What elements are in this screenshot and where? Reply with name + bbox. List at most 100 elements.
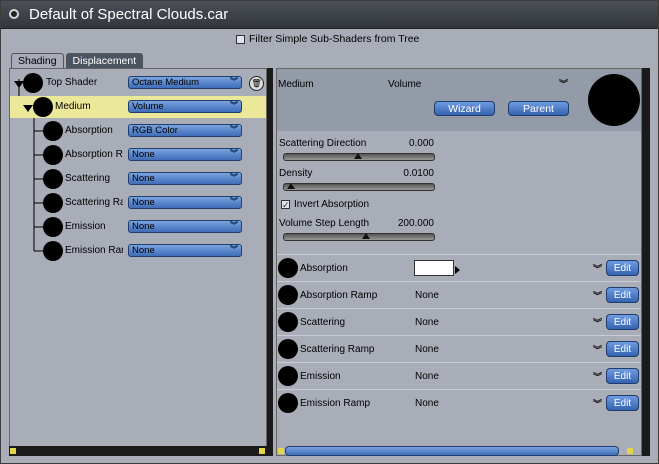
volume-step-value[interactable]: 200.000 xyxy=(364,218,434,229)
emission-dropdown[interactable]: None ︾ xyxy=(128,220,242,233)
edit-button[interactable]: Edit xyxy=(606,368,639,384)
expand-triangle-icon[interactable] xyxy=(23,105,33,112)
tree-node-label: Top Shader xyxy=(46,77,98,88)
title-bar[interactable]: Default of Spectral Clouds.car xyxy=(1,1,658,29)
subshader-row-absorption: Absorption ︾ Edit xyxy=(277,254,641,282)
chevron-down-icon: ︾ xyxy=(230,173,238,182)
tree-node-label: Scattering xyxy=(65,173,111,184)
chevron-down-icon[interactable]: ︾ xyxy=(593,397,602,410)
tree-node-label: Absorption xyxy=(65,125,113,136)
scattering-direction-value[interactable]: 0.000 xyxy=(364,138,434,149)
scattering-dropdown[interactable]: None ︾ xyxy=(128,172,242,185)
slider-knob[interactable] xyxy=(361,233,370,239)
density-value[interactable]: 0.0100 xyxy=(364,168,434,179)
dropdown-value: Volume xyxy=(132,101,164,112)
properties-horizontal-scrollbar[interactable] xyxy=(285,446,619,456)
emission-ramp-dropdown[interactable]: None ︾ xyxy=(128,244,242,257)
edit-button[interactable]: Edit xyxy=(606,260,639,276)
subshader-name: Absorption Ramp xyxy=(300,290,378,301)
scattering-ramp-dropdown[interactable]: None ︾ xyxy=(128,196,242,209)
subshader-row-scattering-ramp: Scattering Ramp None ︾ Edit xyxy=(277,335,641,363)
medium-dropdown[interactable]: Volume ︾ xyxy=(128,100,242,113)
subshader-name: Scattering xyxy=(300,317,346,328)
shader-ball-icon xyxy=(33,97,53,117)
window-title: Default of Spectral Clouds.car xyxy=(29,6,229,23)
chevron-down-icon: ︾ xyxy=(230,101,238,110)
shader-ball-icon xyxy=(43,241,63,261)
shader-tabs: Shading Displacement xyxy=(11,53,145,69)
resize-handle[interactable] xyxy=(627,448,633,454)
edit-button[interactable]: Edit xyxy=(606,395,639,411)
shader-properties-panel: Medium Volume ︾ Wizard Parent Scattering… xyxy=(276,68,642,456)
tree-node-absorption-ramp[interactable]: Absorption Rai None ︾ xyxy=(10,144,266,166)
chevron-down-icon: ︾ xyxy=(230,197,238,206)
tree-node-medium[interactable]: Medium Volume ︾ xyxy=(10,96,266,118)
subshader-value: None xyxy=(415,290,439,301)
tree-node-scattering[interactable]: Scattering None ︾ xyxy=(10,168,266,190)
volume-step-label: Volume Step Length xyxy=(279,218,370,229)
edit-button[interactable]: Edit xyxy=(606,341,639,357)
edit-button[interactable]: Edit xyxy=(606,314,639,330)
chevron-down-icon: ︾ xyxy=(230,221,238,230)
subshader-row-emission-ramp: Emission Ramp None ︾ Edit xyxy=(277,389,641,417)
dropdown-value: Octane Medium xyxy=(132,77,200,88)
subshader-name: Emission xyxy=(300,371,341,382)
filter-simple-subshaders[interactable]: Filter Simple Sub-Shaders from Tree xyxy=(236,33,419,45)
resize-handle[interactable] xyxy=(10,448,16,454)
invert-absorption-checkbox[interactable]: ✓ xyxy=(281,200,290,210)
tree-node-emission[interactable]: Emission None ︾ xyxy=(10,216,266,238)
subshader-row-scattering: Scattering None ︾ Edit xyxy=(277,308,641,336)
trash-icon[interactable]: 🗑 xyxy=(249,76,264,91)
chevron-down-icon: ︾ xyxy=(230,149,238,158)
subshader-name: Scattering Ramp xyxy=(300,344,375,355)
volume-step-slider[interactable] xyxy=(283,233,435,241)
shader-ball-icon xyxy=(43,217,63,237)
shader-ball-icon xyxy=(278,258,298,278)
properties-vertical-scrollbar[interactable] xyxy=(642,68,650,456)
window-menu-icon[interactable] xyxy=(9,9,19,19)
chevron-down-icon[interactable]: ︾ xyxy=(593,289,602,302)
slider-knob[interactable] xyxy=(354,153,362,159)
subshader-value: None xyxy=(415,398,439,409)
chevron-down-icon[interactable]: ︾ xyxy=(593,370,602,383)
parent-button[interactable]: Parent xyxy=(508,101,569,116)
resize-handle[interactable] xyxy=(259,448,265,454)
tab-shading[interactable]: Shading xyxy=(11,53,64,69)
tree-node-scattering-ramp[interactable]: Scattering Rar None ︾ xyxy=(10,192,266,214)
subshader-name: Emission Ramp xyxy=(300,398,371,409)
subshader-value: None xyxy=(415,371,439,382)
tree-node-label: Emission Ram xyxy=(65,245,123,256)
chevron-down-icon[interactable]: ︾ xyxy=(559,77,568,90)
chevron-down-icon[interactable]: ︾ xyxy=(593,316,602,329)
edit-button[interactable]: Edit xyxy=(606,287,639,303)
slider-knob[interactable] xyxy=(286,183,295,189)
subshader-row-emission: Emission None ︾ Edit xyxy=(277,362,641,390)
top-shader-dropdown[interactable]: Octane Medium ︾ xyxy=(128,76,242,89)
absorption-dropdown[interactable]: RGB Color ︾ xyxy=(128,124,242,137)
chevron-down-icon: ︾ xyxy=(230,77,238,86)
tree-horizontal-scrollbar[interactable] xyxy=(9,446,267,456)
dropdown-value: None xyxy=(132,245,155,256)
shader-type: Volume xyxy=(388,79,422,90)
tab-displacement[interactable]: Displacement xyxy=(65,53,144,69)
chevron-down-icon[interactable]: ︾ xyxy=(593,262,602,275)
tree-node-emission-ramp[interactable]: Emission Ram None ︾ xyxy=(10,240,266,262)
shader-ball-icon xyxy=(43,121,63,141)
absorption-ramp-dropdown[interactable]: None ︾ xyxy=(128,148,242,161)
subshader-row-absorption-ramp: Absorption Ramp None ︾ Edit xyxy=(277,281,641,309)
subshader-name: Absorption xyxy=(300,263,348,274)
density-label: Density xyxy=(279,168,313,179)
density-slider[interactable] xyxy=(283,183,435,191)
tree-node-top-shader[interactable]: Top Shader Octane Medium ︾ 🗑 xyxy=(10,72,266,94)
filter-checkbox[interactable] xyxy=(236,34,245,44)
tree-node-label: Absorption Rai xyxy=(65,149,123,160)
resize-handle[interactable] xyxy=(278,448,284,454)
wizard-button[interactable]: Wizard xyxy=(434,101,495,116)
shader-editor-window: Default of Spectral Clouds.car Filter Si… xyxy=(0,0,659,464)
arrow-right-icon[interactable] xyxy=(455,266,460,274)
color-swatch[interactable] xyxy=(414,260,454,276)
chevron-down-icon: ︾ xyxy=(230,245,238,254)
invert-absorption-toggle[interactable]: ✓ Invert Absorption xyxy=(281,199,369,210)
chevron-down-icon[interactable]: ︾ xyxy=(593,343,602,356)
tree-node-absorption[interactable]: Absorption RGB Color ︾ xyxy=(10,120,266,142)
